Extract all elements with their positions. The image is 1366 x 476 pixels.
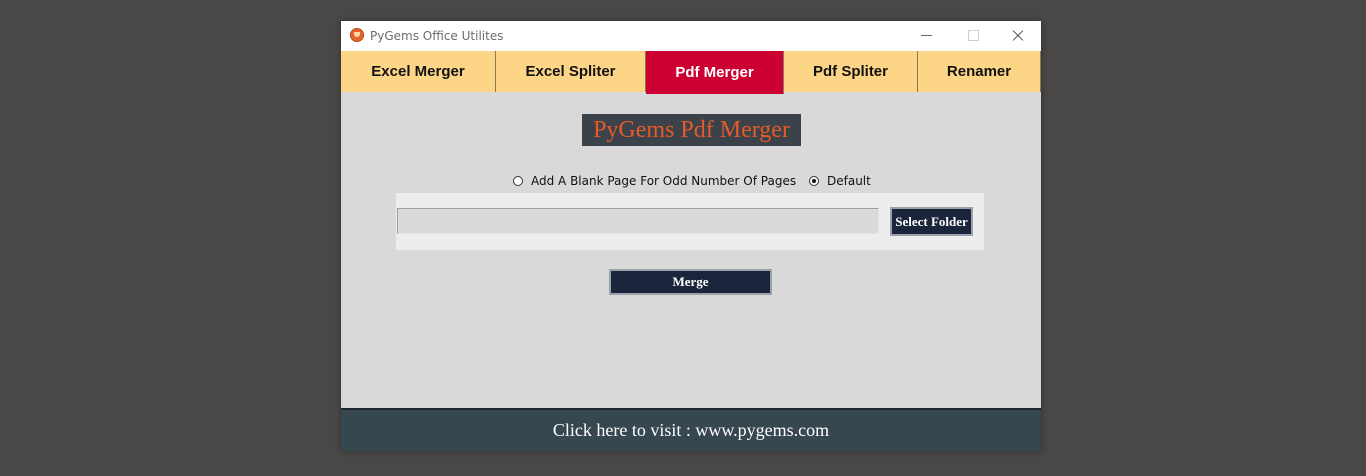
tab-pdf-merger[interactable]: Pdf Merger <box>646 51 784 94</box>
app-icon <box>350 28 364 42</box>
tab-pdf-spliter[interactable]: Pdf Spliter <box>784 51 918 92</box>
blank-page-option-label: Add A Blank Page For Odd Number Of Pages <box>531 174 797 188</box>
tab-bar: Excel Merger Excel Spliter Pdf Merger Pd… <box>341 51 1041 94</box>
radio-button-default[interactable] <box>809 176 819 186</box>
window-title: PyGems Office Utilites <box>370 29 504 43</box>
default-option[interactable]: Default <box>809 173 871 189</box>
default-option-label: Default <box>827 174 871 188</box>
minimize-icon[interactable] <box>904 21 950 51</box>
folder-panel: Select Folder <box>396 193 984 250</box>
maximize-icon[interactable] <box>949 21 995 51</box>
merge-button[interactable]: Merge <box>609 269 772 295</box>
tab-excel-spliter[interactable]: Excel Spliter <box>496 51 646 92</box>
tab-renamer[interactable]: Renamer <box>918 51 1041 92</box>
folder-path-input[interactable] <box>397 208 879 234</box>
blank-page-option[interactable]: Add A Blank Page For Odd Number Of Pages <box>513 173 796 189</box>
page-title: PyGems Pdf Merger <box>582 114 801 146</box>
website-link[interactable]: Click here to visit : www.pygems.com <box>341 408 1041 451</box>
tab-excel-merger[interactable]: Excel Merger <box>341 51 496 92</box>
radio-button-blank-page[interactable] <box>513 176 523 186</box>
title-bar: PyGems Office Utilites <box>341 21 1041 51</box>
app-window: PyGems Office Utilites Excel Merger Exce… <box>341 21 1041 451</box>
select-folder-button[interactable]: Select Folder <box>890 207 973 236</box>
close-icon[interactable] <box>995 21 1041 51</box>
